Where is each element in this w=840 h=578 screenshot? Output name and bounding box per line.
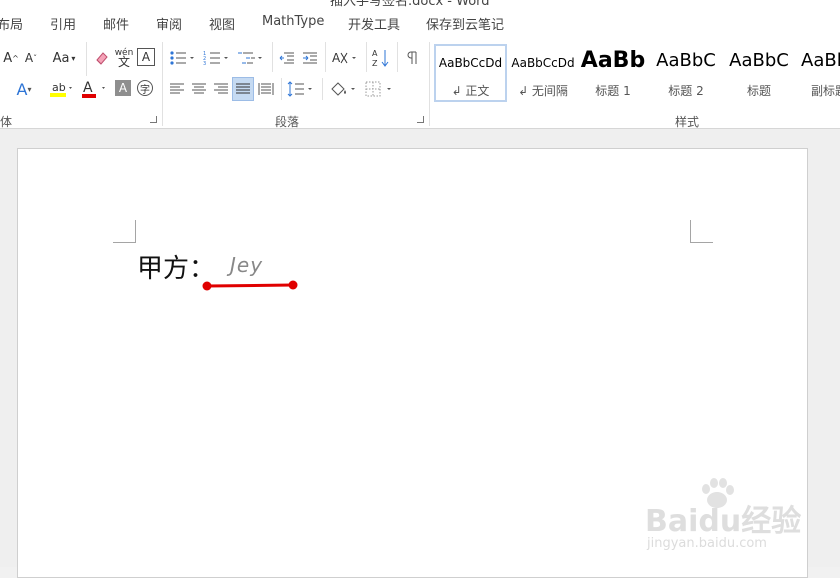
change-case-button[interactable]: Aa ▾ bbox=[50, 48, 78, 68]
style-subtitle[interactable]: AaBl 副标题 bbox=[797, 46, 840, 100]
menu-review[interactable]: 审阅 bbox=[156, 14, 182, 33]
menu-save-to-cloud-notes[interactable]: 保存到云笔记 bbox=[426, 14, 504, 33]
margin-corner-mark bbox=[690, 220, 713, 243]
style-name: ↲ 无间隔 bbox=[518, 84, 568, 98]
highlight-color-icon[interactable]: ab bbox=[44, 78, 78, 100]
numbering-icon[interactable]: 123 bbox=[202, 48, 232, 68]
justify-icon[interactable] bbox=[232, 77, 254, 101]
svg-text:A: A bbox=[332, 51, 341, 65]
menu-bar: 布局 引用 邮件 审阅 视图 MathType 开发工具 保存到云笔记 bbox=[0, 8, 840, 36]
style-name: 标题 1 bbox=[595, 84, 631, 98]
align-left-icon[interactable] bbox=[167, 78, 187, 100]
bullets-icon[interactable] bbox=[168, 48, 198, 68]
align-center-icon[interactable] bbox=[189, 78, 209, 100]
svg-text:ab: ab bbox=[52, 81, 66, 94]
style-preview: AaBbC bbox=[656, 50, 716, 71]
increase-indent-icon[interactable] bbox=[300, 48, 320, 68]
paragraph-dialog-launcher[interactable] bbox=[417, 116, 424, 123]
style-no-spacing[interactable]: AaBbCcDd ↲ 无间隔 bbox=[508, 46, 578, 100]
menu-layout[interactable]: 布局 bbox=[0, 14, 23, 33]
character-shading-icon[interactable]: A bbox=[115, 80, 131, 96]
sort-icon[interactable]: AZ bbox=[371, 46, 391, 70]
show-paragraph-marks-icon[interactable] bbox=[404, 48, 422, 68]
group-label-font: 体 bbox=[0, 115, 13, 129]
separator bbox=[86, 42, 87, 76]
style-preview: AaBbCcDd bbox=[438, 56, 503, 70]
style-name: 标题 2 bbox=[668, 84, 704, 98]
distributed-icon[interactable] bbox=[256, 78, 276, 100]
group-label-styles: 样式 bbox=[675, 115, 700, 129]
margin-corner-mark bbox=[113, 220, 136, 243]
shrink-font-button[interactable]: Aˇ bbox=[22, 48, 40, 68]
watermark-logo: Baidu经验 bbox=[645, 504, 802, 539]
menu-mathtype[interactable]: MathType bbox=[262, 14, 324, 29]
style-name: 标题 bbox=[746, 84, 771, 98]
decrease-indent-icon[interactable] bbox=[277, 48, 297, 68]
separator bbox=[322, 78, 323, 100]
align-right-icon[interactable] bbox=[211, 78, 231, 100]
red-annotation-line bbox=[202, 280, 298, 291]
line-spacing-icon[interactable] bbox=[286, 78, 316, 100]
style-preview: AaBbCcDd bbox=[511, 56, 575, 70]
menu-view[interactable]: 视图 bbox=[209, 14, 235, 33]
svg-text:Z: Z bbox=[372, 59, 378, 68]
separator bbox=[281, 78, 282, 100]
window-title: 插入手写签名.docx - Word bbox=[330, 0, 490, 8]
grow-font-button[interactable]: A ^ bbox=[2, 48, 20, 68]
enclose-characters-icon[interactable]: 字 bbox=[137, 80, 153, 96]
multilevel-list-icon[interactable] bbox=[236, 48, 266, 68]
svg-text:3: 3 bbox=[203, 61, 206, 66]
separator bbox=[272, 42, 273, 72]
style-heading-1[interactable]: AaBb 标题 1 bbox=[580, 46, 646, 100]
baidu-watermark: Baidu经验 jingyan.baidu.com bbox=[645, 478, 835, 563]
watermark-url: jingyan.baidu.com bbox=[647, 536, 767, 551]
svg-text:A: A bbox=[83, 80, 93, 96]
font-dialog-launcher[interactable] bbox=[150, 116, 157, 123]
character-border-icon[interactable]: A bbox=[137, 48, 155, 66]
borders-icon[interactable] bbox=[363, 78, 395, 100]
clear-formatting-icon[interactable] bbox=[92, 48, 112, 68]
separator bbox=[397, 42, 398, 72]
style-name: ↲ 正文 bbox=[451, 84, 490, 98]
style-name: 副标题 bbox=[811, 84, 840, 98]
group-label-paragraph: 段落 bbox=[275, 115, 300, 129]
style-normal[interactable]: AaBbCcDd ↲ 正文 bbox=[434, 44, 507, 102]
separator bbox=[325, 42, 326, 72]
menu-references[interactable]: 引用 bbox=[50, 14, 76, 33]
ribbon: A ^ Aˇ Aa ▾ wén 文 A A ▾ ab A A 字 体 123 A AZ bbox=[0, 36, 840, 129]
signature-image[interactable]: Jey bbox=[230, 253, 263, 277]
style-preview: AaBb bbox=[580, 48, 646, 73]
style-title[interactable]: AaBbC 标题 bbox=[724, 46, 794, 100]
phonetic-guide-icon[interactable]: wén 文 bbox=[114, 46, 134, 70]
style-preview: AaBbC bbox=[729, 50, 789, 71]
separator bbox=[429, 42, 430, 126]
separator bbox=[162, 42, 163, 126]
shading-icon[interactable] bbox=[327, 78, 359, 100]
style-heading-2[interactable]: AaBbC 标题 2 bbox=[651, 46, 721, 100]
menu-mailings[interactable]: 邮件 bbox=[103, 14, 129, 33]
style-preview: AaBl bbox=[801, 50, 840, 71]
svg-text:A: A bbox=[372, 49, 378, 58]
menu-developer[interactable]: 开发工具 bbox=[348, 14, 400, 33]
separator bbox=[366, 42, 367, 72]
font-color-icon[interactable]: A bbox=[80, 78, 110, 100]
chinese-layout-icon[interactable]: A bbox=[330, 48, 360, 68]
title-bar: 插入手写签名.docx - Word bbox=[0, 0, 840, 8]
text-effects-icon[interactable]: A ▾ bbox=[10, 78, 38, 100]
